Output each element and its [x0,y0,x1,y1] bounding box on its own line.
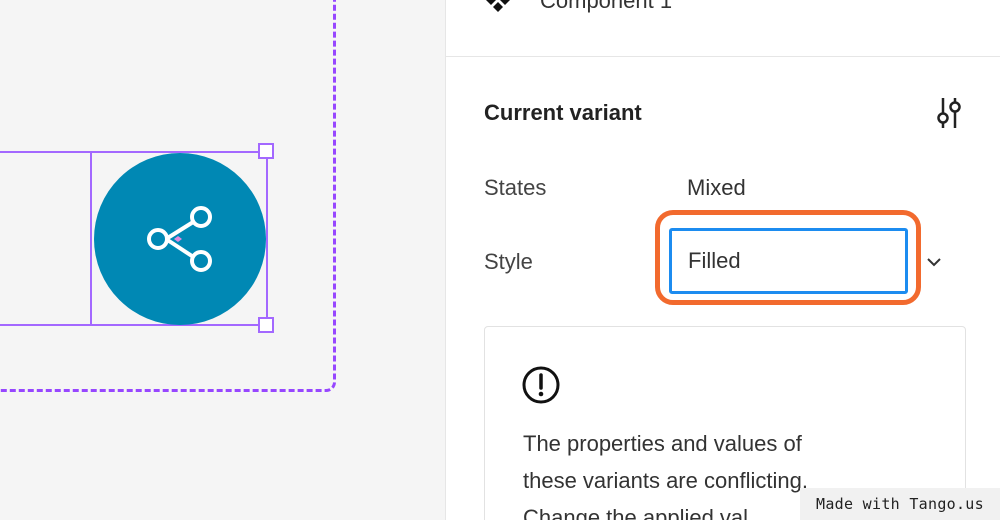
design-canvas[interactable] [0,0,445,520]
selection-divider [90,151,92,326]
component-name: Component 1 [540,0,673,13]
properties-panel: Component 1 Current variant States Mixed… [445,0,1000,520]
states-value[interactable]: Mixed [687,175,746,201]
component-header: Component 1 [446,0,1000,57]
style-input[interactable] [669,228,908,294]
resize-handle-top-right[interactable] [258,143,274,159]
component-diamond-icon [486,0,510,12]
tango-watermark: Made with Tango.us [800,488,1000,520]
resize-handle-bottom-right[interactable] [258,317,274,333]
style-label: Style [484,249,533,274]
share-icon [147,206,212,272]
adjust-sliders-icon[interactable] [934,96,964,130]
exclamation-circle-icon [522,366,560,404]
current-variant-title: Current variant [484,100,642,125]
chevron-down-icon[interactable] [924,252,944,272]
states-label: States [484,175,547,200]
